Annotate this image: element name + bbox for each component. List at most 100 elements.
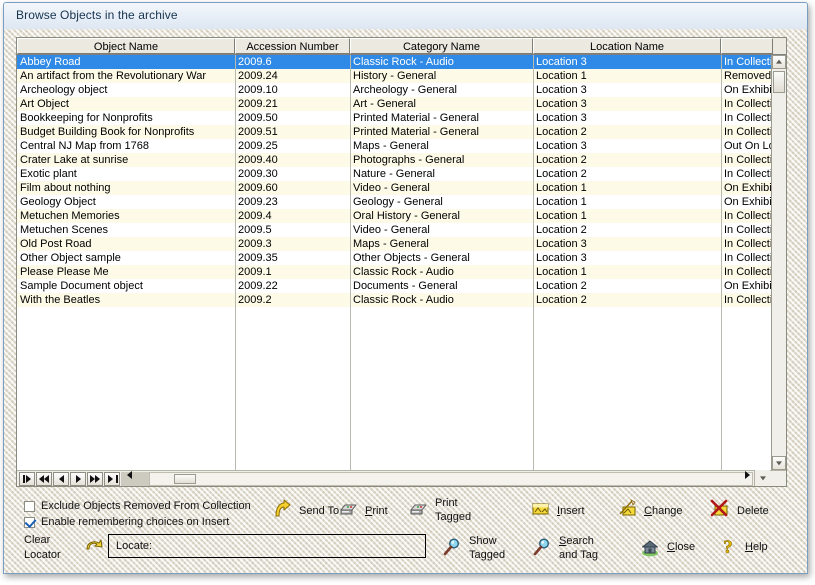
cell-accession: 2009.30	[238, 168, 278, 180]
cell-category: Maps - General	[353, 140, 429, 152]
column-divider	[350, 181, 351, 195]
cell-name: Sample Document object	[20, 280, 143, 292]
table-row[interactable]: Bookkeeping for Nonprofits 2009.50 Printed…	[17, 111, 771, 125]
next-record-button[interactable]	[70, 472, 86, 486]
table-row[interactable]: Old Post Road 2009.3 Maps - General Locatio…	[17, 237, 771, 251]
table-row[interactable]: Archeology object 2009.10 Archeology - Gen…	[17, 83, 771, 97]
next-page-button[interactable]	[87, 472, 103, 486]
column-divider	[235, 307, 236, 470]
close-accel: C	[667, 541, 675, 553]
table-row[interactable]: Exotic plant 2009.30 Nature - General Locat…	[17, 167, 771, 181]
locate-input[interactable]: Locate:	[108, 534, 426, 558]
column-divider	[235, 167, 236, 181]
table-row[interactable]: Sample Document object 2009.22 Documents -…	[17, 279, 771, 293]
column-divider	[533, 111, 534, 125]
help-label-rest: elp	[752, 541, 768, 553]
last-record-button[interactable]	[104, 472, 120, 486]
first-record-button[interactable]	[19, 472, 35, 486]
column-divider	[533, 83, 534, 97]
column-divider	[533, 237, 534, 251]
magnifier-icon	[441, 536, 463, 558]
table-row[interactable]: Crater Lake at sunrise 2009.40 Photographs…	[17, 153, 771, 167]
grid-column-header-blank[interactable]	[721, 38, 773, 54]
column-divider	[721, 209, 722, 223]
grid-horizontal-scrollbar[interactable]	[149, 472, 753, 486]
vertical-scroll-thumb[interactable]	[773, 71, 785, 93]
horizontal-scroll-thumb[interactable]	[174, 474, 196, 484]
chevron-down-icon	[776, 461, 782, 466]
cell-location: Location 1	[536, 182, 587, 194]
cell-accession: 2009.40	[238, 154, 278, 166]
print-tagged-label-line2: Tagged	[435, 511, 472, 523]
exclude-removed-checkbox[interactable]	[24, 501, 35, 512]
scroll-down-button[interactable]	[772, 456, 786, 470]
table-row[interactable]: With the Beatles 2009.2 Classic Rock - Aud…	[17, 293, 771, 307]
cell-accession: 2009.10	[238, 84, 278, 96]
table-row[interactable]: Other Object sample 2009.35 Other Objects …	[17, 251, 771, 265]
column-divider	[350, 139, 351, 153]
column-divider	[350, 223, 351, 237]
cell-status: Removed From Collection	[724, 70, 771, 82]
scroll-right-icon[interactable]	[745, 471, 750, 479]
column-divider	[350, 83, 351, 97]
remember-choices-checkbox[interactable]	[24, 515, 37, 529]
insert-label: Insert	[557, 506, 585, 517]
table-row[interactable]: Film about nothing 2009.60 Video - General…	[17, 181, 771, 195]
clear-locator-label[interactable]: Clear Locator	[24, 535, 61, 561]
cell-status: On Exhibit	[724, 182, 771, 194]
table-row[interactable]: Central NJ Map from 1768 2009.25 Maps - Ge…	[17, 139, 771, 153]
grid-vertical-scrollbar[interactable]	[771, 55, 786, 470]
cell-location: Location 3	[536, 112, 587, 124]
column-divider	[533, 69, 534, 83]
show-tagged-line1: Show	[469, 535, 497, 547]
column-divider	[235, 181, 236, 195]
cell-status: In Collection	[724, 266, 771, 278]
change-icon	[616, 497, 638, 519]
cell-category: Other Objects - General	[353, 252, 470, 264]
cell-category: Oral History - General	[353, 210, 460, 222]
objects-data-grid[interactable]: Object Name Accession Number Category Name…	[16, 37, 787, 487]
table-row[interactable]: Please Please Me 2009.1 Classic Rock - Aud…	[17, 265, 771, 279]
show-tagged-line2: Tagged	[469, 549, 506, 561]
cell-category: Classic Rock - Audio	[353, 56, 454, 68]
cell-status: Out On Loan	[724, 140, 771, 152]
column-divider	[533, 223, 534, 237]
column-divider	[721, 293, 722, 307]
cell-name: Exotic plant	[20, 168, 77, 180]
eraser-icon[interactable]	[84, 537, 106, 560]
table-row[interactable]: An artifact from the Revolutionary War 20…	[17, 69, 771, 83]
table-row[interactable]: Metuchen Scenes 2009.5 Video - General Loca…	[17, 223, 771, 237]
table-row[interactable]: Art Object 2009.21 Art - General Location 3…	[17, 97, 771, 111]
scroll-up-button[interactable]	[772, 55, 786, 69]
cell-status: On Exhibit	[724, 84, 771, 96]
cell-status: In Collection	[724, 98, 771, 110]
column-divider	[350, 293, 351, 307]
grid-column-header-accession-number[interactable]: Accession Number	[235, 38, 350, 54]
cell-status: In Collection	[724, 126, 771, 138]
column-divider	[235, 223, 236, 237]
table-row[interactable]: Abbey Road 2009.6 Classic Rock - Audio Loca…	[17, 55, 771, 69]
grid-column-header-location-name[interactable]: Location Name	[533, 38, 721, 54]
close-label: Close	[667, 542, 695, 553]
cell-accession: 2009.6	[238, 56, 272, 68]
cell-location: Location 3	[536, 238, 587, 250]
prev-record-button[interactable]	[53, 472, 69, 486]
column-divider	[721, 307, 722, 470]
grid-navigation-strip[interactable]	[17, 470, 786, 486]
grid-column-header-object-name[interactable]: Object Name	[17, 38, 235, 54]
cell-accession: 2009.5	[238, 224, 272, 236]
column-divider	[721, 167, 722, 181]
column-divider	[235, 279, 236, 293]
grid-rows-viewport[interactable]: Abbey Road 2009.6 Classic Rock - Audio Loca…	[17, 55, 771, 470]
column-divider	[721, 55, 722, 69]
scroll-left-icon[interactable]	[127, 471, 132, 479]
grid-column-header-category-name[interactable]: Category Name	[350, 38, 533, 54]
screenshot-root: Browse Objects in the archive Object Nam…	[0, 0, 815, 585]
table-row[interactable]: Metuchen Memories 2009.4 Oral History - Ge…	[17, 209, 771, 223]
prev-page-button[interactable]	[36, 472, 52, 486]
question-icon: ?	[717, 535, 739, 559]
cell-status: In Collection	[724, 154, 771, 166]
table-row[interactable]: Geology Object 2009.23 Geology - General Lo…	[17, 195, 771, 209]
nextpage-icon	[88, 473, 102, 485]
table-row[interactable]: Budget Building Book for Nonprofits 2009.…	[17, 125, 771, 139]
